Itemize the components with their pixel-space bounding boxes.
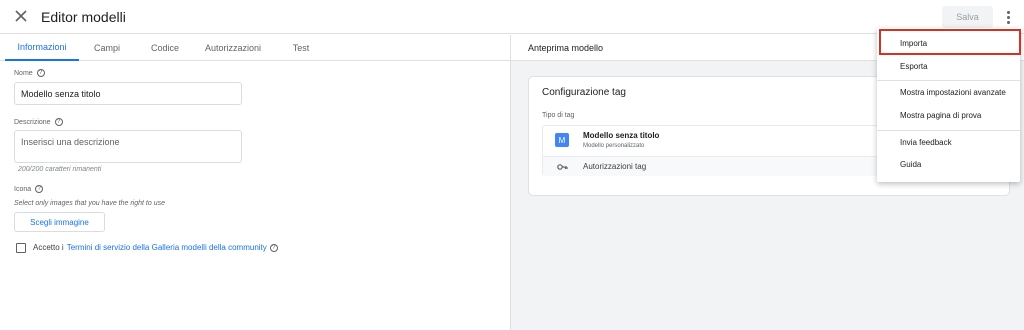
tab-autorizzazioni[interactable]: Autorizzazioni [199, 35, 267, 61]
more-options-icon[interactable] [1001, 8, 1015, 26]
save-button[interactable]: Salva [942, 6, 993, 28]
description-label: Descrizione ? [14, 118, 63, 126]
tab-codice[interactable]: Codice [142, 35, 188, 61]
template-icon: M [555, 133, 569, 147]
tag-name: Modello senza titolo [583, 131, 660, 140]
tab-test[interactable]: Test [284, 35, 318, 61]
description-counter: 200/200 caratteri rimanenti [18, 166, 102, 173]
menu-item-esporta[interactable]: Esporta [877, 55, 1020, 77]
menu-item-feedback[interactable]: Invia feedback [877, 131, 1020, 153]
preview-title: Anteprima modello [528, 43, 604, 53]
tab-informazioni[interactable]: Informazioni [5, 35, 79, 61]
tab-campi[interactable]: Campi [86, 35, 128, 61]
card-title: Configurazione tag [542, 87, 626, 98]
tag-type-label: Tipo di tag [542, 112, 575, 119]
help-icon[interactable]: ? [36, 69, 45, 77]
menu-item-test-page[interactable]: Mostra pagina di prova [877, 104, 1020, 126]
name-input[interactable]: Modello senza titolo [14, 82, 242, 105]
editor-panel: Informazioni Campi Codice Autorizzazioni… [0, 35, 510, 330]
name-label: Nome ? [14, 69, 45, 77]
terms-text: Accetto i Termini di servizio della Gall… [33, 243, 278, 252]
menu-item-advanced-settings[interactable]: Mostra impostazioni avanzate [877, 81, 1020, 103]
tag-subtitle: Modello personalizzato [583, 143, 645, 149]
help-icon[interactable]: ? [269, 243, 278, 252]
page-title: Editor modelli [41, 9, 126, 25]
help-icon[interactable]: ? [54, 118, 63, 126]
highlight-box [879, 29, 1021, 55]
help-icon[interactable]: ? [35, 185, 44, 193]
icon-label: Icona ? [14, 185, 44, 193]
terms-checkbox[interactable] [16, 243, 26, 253]
choose-image-button[interactable]: Scegli immagine [14, 212, 105, 232]
icon-hint: Select only images that you have the rig… [14, 200, 165, 207]
permissions-label: Autorizzazioni tag [583, 162, 647, 171]
description-textarea[interactable]: Inserisci una descrizione [14, 130, 242, 163]
top-bar: Editor modelli Salva [0, 0, 1024, 34]
terms-link[interactable]: Termini di servizio della Galleria model… [67, 243, 267, 252]
key-icon [557, 164, 568, 170]
menu-item-help[interactable]: Guida [877, 153, 1020, 175]
close-icon[interactable] [12, 7, 30, 25]
tab-bar: Informazioni Campi Codice Autorizzazioni… [0, 35, 510, 61]
